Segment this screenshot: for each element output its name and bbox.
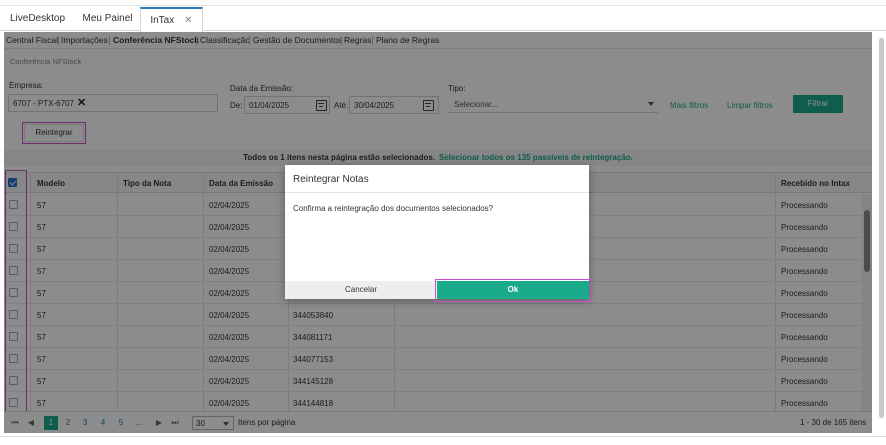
dialog-divider	[285, 192, 589, 193]
dialog-message: Confirma a reintegração dos documentos s…	[293, 204, 494, 213]
tab-meu-painel[interactable]: Meu Painel	[75, 7, 140, 31]
page-scrollbar[interactable]	[876, 32, 886, 433]
tab-livedesktop[interactable]: LiveDesktop	[0, 7, 75, 31]
tab-label: Meu Painel	[82, 13, 133, 24]
tab-label: LiveDesktop	[9, 13, 66, 24]
tab-intax[interactable]: InTax ✕	[140, 7, 203, 32]
close-icon[interactable]: ✕	[184, 15, 192, 26]
cancel-button[interactable]: Cancelar	[285, 281, 437, 299]
page-scroll-thumb[interactable]	[879, 38, 884, 418]
top-edge	[0, 0, 886, 6]
reintegrar-dialog: Reintegrar Notas Confirma a reintegração…	[285, 165, 589, 299]
bottom-edge	[0, 436, 886, 445]
dialog-title: Reintegrar Notas	[293, 174, 369, 185]
tab-label: InTax	[150, 15, 175, 26]
ok-button[interactable]: Ok	[437, 281, 589, 299]
tab-bar: LiveDesktop Meu Painel InTax ✕	[0, 7, 886, 32]
window: LiveDesktop Meu Painel InTax ✕ Central Fi…	[0, 0, 886, 445]
